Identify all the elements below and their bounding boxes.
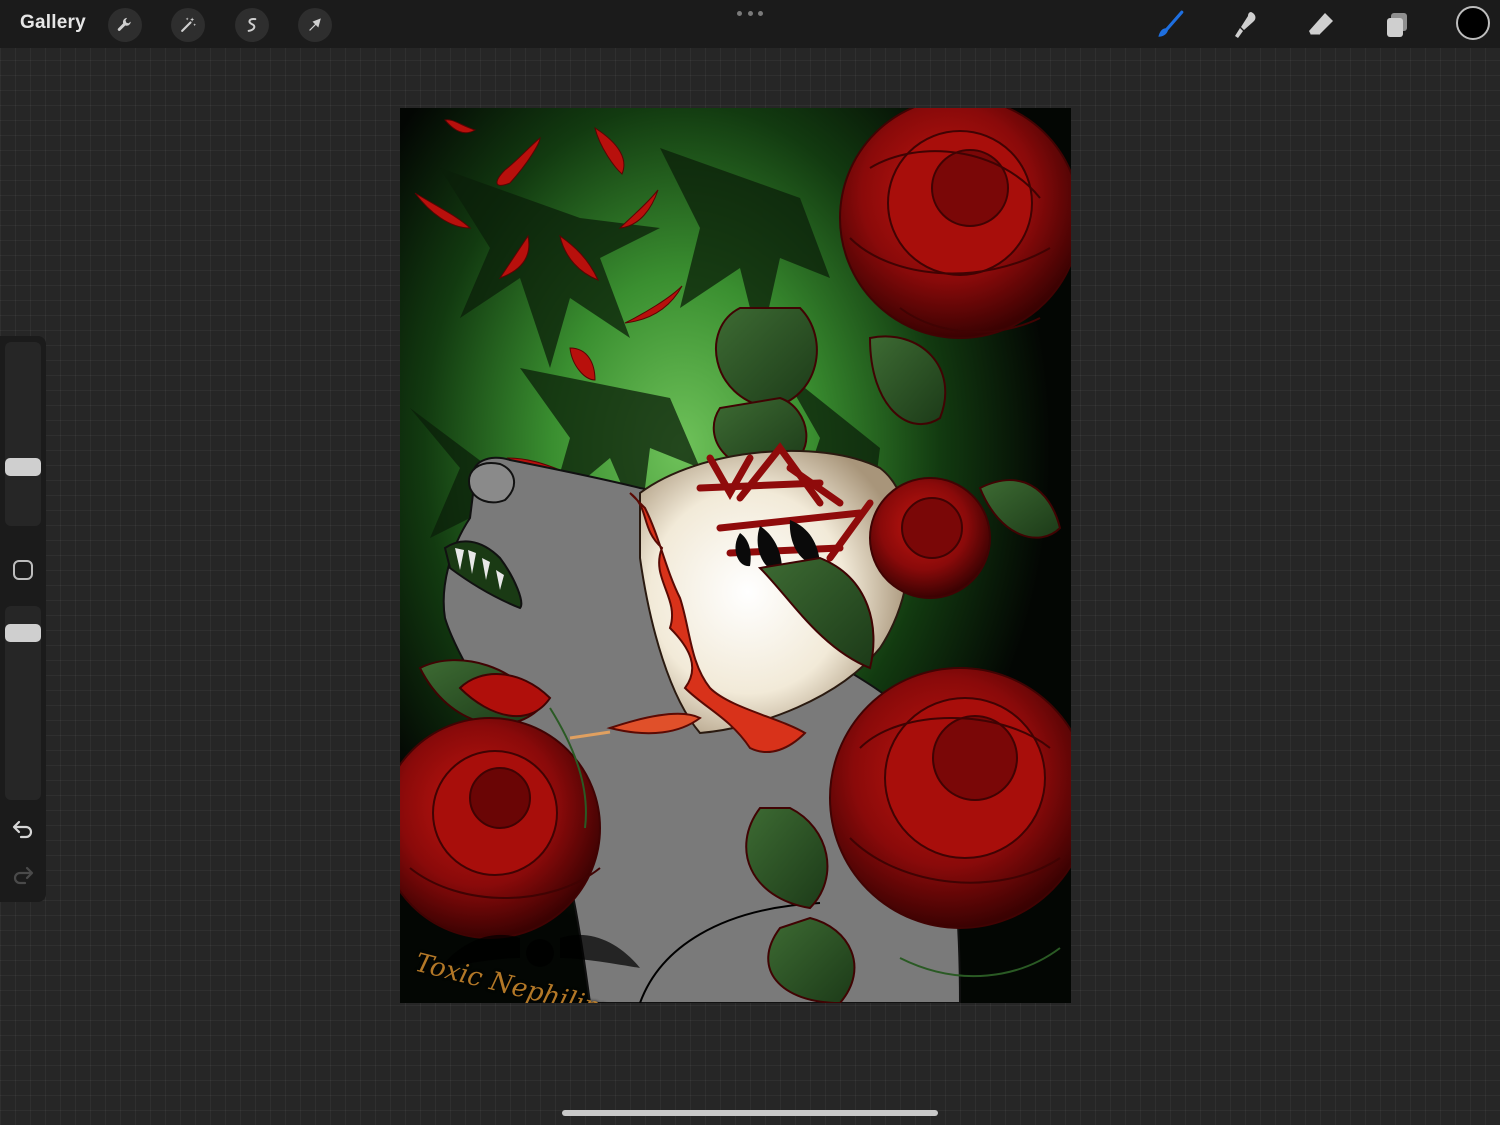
left-sidebar [0,336,46,902]
artwork-illustration [400,108,1071,1003]
brush-size-handle[interactable] [5,458,41,477]
artwork-canvas[interactable]: Toxic Nephilim [400,108,1071,1003]
color-picker-swatch[interactable] [1456,6,1490,40]
opacity-handle[interactable] [5,623,41,642]
magic-wand-icon [181,17,197,32]
arrow-cursor-icon [309,18,321,31]
adjustments-button[interactable] [171,8,205,42]
more-options-icon[interactable] [737,9,763,17]
redo-icon[interactable] [11,862,35,886]
modifier-square-icon[interactable] [13,560,33,580]
gallery-button[interactable]: Gallery [20,12,86,34]
selection-button[interactable] [235,8,269,42]
transform-button[interactable] [298,8,332,42]
s-curve-icon [247,18,257,32]
erase-button[interactable] [1302,6,1340,44]
top-toolbar: Gallery [0,0,1500,48]
paint-button[interactable] [1150,6,1188,44]
smudge-icon [1235,12,1256,38]
brush-size-slider[interactable] [5,342,41,526]
wrench-icon [117,17,131,31]
brush-icon [1158,10,1184,37]
home-indicator[interactable] [562,1110,938,1116]
undo-icon[interactable] [11,816,35,840]
layers-icon [1387,13,1407,37]
actions-button[interactable] [108,8,142,42]
eraser-icon [1309,13,1333,36]
layers-button[interactable] [1378,6,1416,44]
smudge-button[interactable] [1226,6,1264,44]
